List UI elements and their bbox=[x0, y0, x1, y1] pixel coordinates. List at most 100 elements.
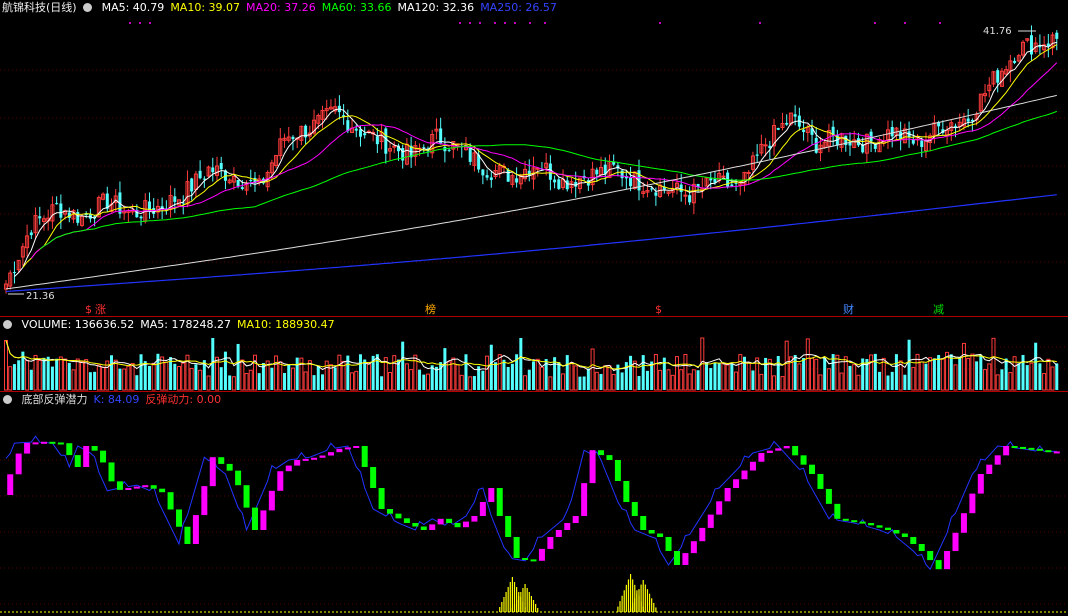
candle-down bbox=[485, 175, 489, 178]
volume-bar-up bbox=[535, 358, 540, 391]
volume-bar-down bbox=[979, 354, 983, 390]
volume-bar-down bbox=[223, 351, 227, 390]
candle-down bbox=[1013, 60, 1017, 63]
momentum-bar-rise bbox=[758, 453, 765, 462]
momentum-bar-fall bbox=[218, 457, 225, 464]
candle-down bbox=[489, 177, 493, 180]
momentum-bar-rise bbox=[538, 548, 545, 561]
momentum-bar-fall bbox=[513, 537, 520, 558]
volume-bar-up bbox=[240, 359, 245, 391]
volume-bar-up bbox=[666, 369, 671, 391]
volume-bar-up bbox=[1042, 373, 1047, 391]
momentum-bar-rise bbox=[589, 450, 596, 484]
volume-bar-down bbox=[236, 343, 240, 390]
momentum-bar-fall bbox=[631, 502, 638, 516]
price-low-label: 21.36 bbox=[26, 291, 55, 302]
momentum-bar-fall bbox=[851, 520, 858, 523]
volume-bar-up bbox=[653, 354, 658, 391]
momentum-bar-rise bbox=[201, 486, 208, 516]
volume-bar-down bbox=[418, 369, 422, 390]
volume-bar-up bbox=[679, 369, 684, 391]
signal-dot bbox=[459, 22, 461, 24]
volume-bar-down bbox=[1021, 354, 1025, 390]
candle-down bbox=[12, 272, 16, 274]
volume-bar-up bbox=[721, 362, 726, 391]
momentum-bar-rise bbox=[15, 453, 22, 475]
volume-bar-down bbox=[443, 348, 447, 390]
volume-bar-down bbox=[506, 366, 510, 390]
momentum-bar-rise bbox=[311, 457, 318, 460]
candle-down bbox=[996, 70, 1000, 83]
volume-bar-down bbox=[717, 362, 721, 390]
volume-bar-down bbox=[894, 354, 898, 390]
volume-bar-down bbox=[924, 363, 928, 390]
candle-down bbox=[814, 138, 818, 153]
signal-dot bbox=[479, 22, 481, 24]
momentum-bar-fall bbox=[640, 516, 647, 530]
candle-down bbox=[565, 180, 569, 190]
ma-label-5: MA250: 26.57 bbox=[480, 1, 557, 14]
stock-title: 航锦科技(日线) bbox=[2, 1, 77, 14]
momentum-bar-rise bbox=[1003, 446, 1010, 456]
volume-bar-up bbox=[497, 354, 502, 391]
ma-legend: MA5: 40.79 MA10: 39.07 MA20: 37.26 MA60: 33… bbox=[102, 1, 563, 14]
momentum-bar-fall bbox=[378, 488, 385, 509]
candle-down bbox=[291, 136, 295, 140]
candle-down bbox=[506, 169, 510, 182]
volume-bar-down bbox=[532, 361, 535, 390]
volume-bar-down bbox=[1000, 369, 1004, 390]
signal-dot bbox=[529, 22, 531, 24]
momentum-bar-fall bbox=[446, 518, 453, 523]
volume-bar-up bbox=[4, 339, 8, 391]
volume-bar-down bbox=[283, 372, 287, 390]
ma-label-4: MA120: 32.36 bbox=[397, 1, 475, 14]
momentum-bar-rise bbox=[944, 551, 951, 570]
candle-down bbox=[363, 133, 367, 136]
volume-bar-down bbox=[333, 367, 337, 390]
momentum-bar-fall bbox=[825, 488, 832, 504]
volume-bar-up bbox=[687, 373, 692, 391]
volume-bar-down bbox=[316, 365, 320, 390]
volume-bar-down bbox=[375, 354, 379, 390]
momentum-bar-fall bbox=[792, 446, 799, 456]
volume-bar-down bbox=[67, 362, 71, 390]
momentum-bar-rise bbox=[969, 493, 976, 514]
gear-icon[interactable] bbox=[3, 395, 12, 404]
gear-icon[interactable] bbox=[83, 3, 93, 12]
volume-bar-down bbox=[17, 360, 21, 390]
volume-bar-down bbox=[599, 373, 603, 390]
volume-bar-up bbox=[164, 361, 169, 391]
momentum-bar-fall bbox=[893, 530, 900, 534]
volume-bar-up bbox=[869, 354, 874, 391]
volume-bar-up bbox=[738, 354, 743, 391]
price-header: 航锦科技(日线) MA5: 40.79 MA10: 39.07 MA20: 37.2… bbox=[0, 0, 563, 16]
volume-bar-down bbox=[958, 357, 962, 390]
momentum-bar-rise bbox=[960, 513, 967, 533]
momentum-bar-fall bbox=[74, 455, 81, 467]
volume-bar-down bbox=[55, 358, 59, 390]
momentum-bar-fall bbox=[100, 450, 107, 463]
volume-bar-down bbox=[510, 363, 514, 390]
ma-label-3: MA60: 33.66 bbox=[321, 1, 392, 14]
candle-down bbox=[734, 182, 738, 184]
momentum-bar-rise bbox=[294, 460, 301, 466]
volume-bar-up bbox=[826, 368, 831, 391]
momentum-bar-fall bbox=[176, 509, 183, 527]
ma20-line bbox=[30, 62, 1058, 259]
momentum-bar-fall bbox=[66, 443, 73, 456]
volume-bar-down bbox=[1038, 363, 1042, 390]
momentum-bar-fall bbox=[226, 463, 233, 471]
momentum-bar-fall bbox=[927, 551, 934, 561]
gear-icon[interactable] bbox=[3, 320, 12, 329]
volume-bar-up bbox=[71, 369, 76, 391]
volume-header: VOLUME: 136636.52 MA5: 178248.27 MA10: 188… bbox=[0, 317, 341, 333]
ma-label-1: MA10: 39.07 bbox=[170, 1, 241, 14]
momentum-bar-fall bbox=[935, 560, 942, 570]
volume-bar-down bbox=[363, 359, 367, 390]
ma-label-2: MA20: 37.26 bbox=[246, 1, 316, 14]
volume-bar-down bbox=[1004, 358, 1008, 390]
volume-bar-up bbox=[409, 369, 414, 391]
volume-bar-down bbox=[557, 362, 561, 390]
volume-bar-up bbox=[611, 373, 616, 391]
ma-label-0: MA5: 40.79 bbox=[101, 1, 165, 14]
